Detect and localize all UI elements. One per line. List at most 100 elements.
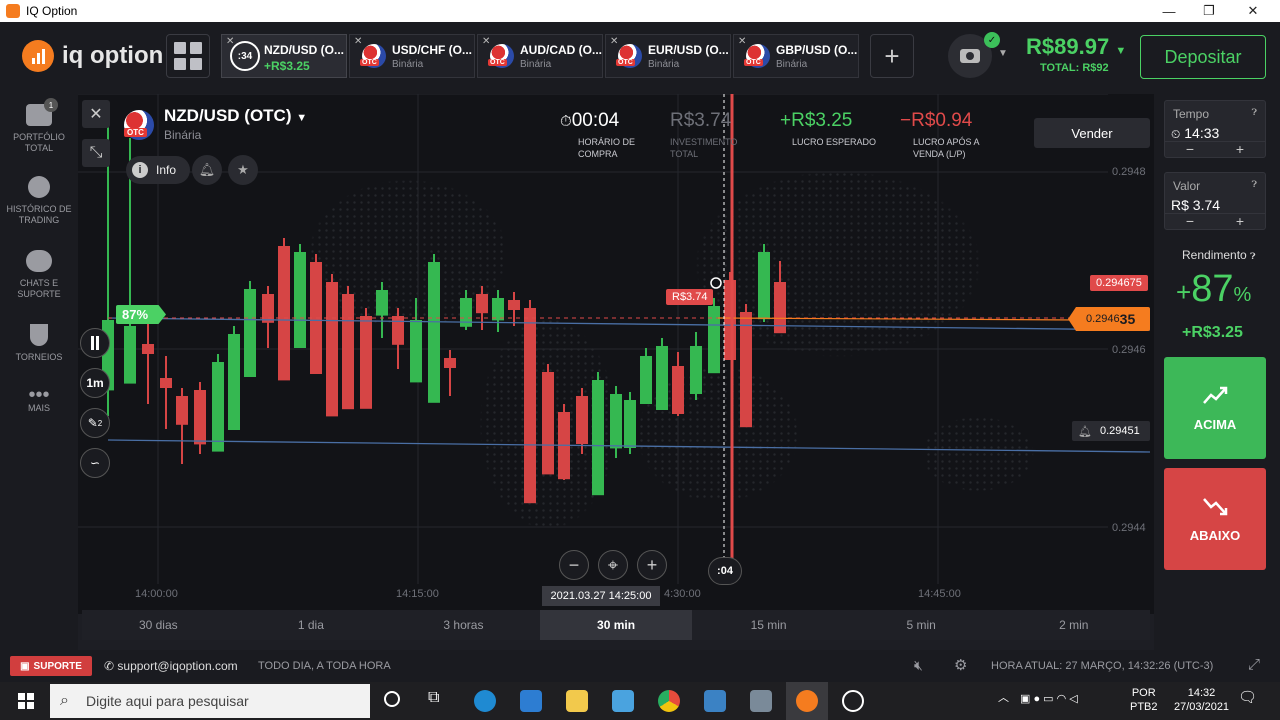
mute-icon[interactable]: 🔇︎ [914, 657, 923, 674]
task-view-icon[interactable]: ⧉ [428, 689, 439, 707]
stopwatch-icon: ⏱ [560, 113, 572, 130]
sidebar-label: TORNEIOS [15, 352, 63, 362]
candle-body [160, 378, 172, 388]
candle-body [656, 346, 668, 410]
amount-field[interactable]: Valor ❓︎ R$ 3.74 − + [1164, 172, 1266, 230]
draw-tool-button[interactable]: ✎ 2 [80, 408, 110, 438]
deal-amount-tag[interactable]: R$3.74 [666, 289, 714, 305]
amount-value[interactable]: R$ 3.74 [1171, 197, 1220, 213]
current-price-digits: 35 [1119, 311, 1136, 327]
language-indicator[interactable]: POR PTB2 [1130, 686, 1158, 714]
x-tick-label: 14:15:00 [396, 588, 439, 600]
period-30-min[interactable]: 30 min [539, 610, 693, 640]
amount-increase-button[interactable]: + [1215, 214, 1265, 229]
support-button[interactable]: ▣ SUPORTE [10, 656, 92, 676]
taskbar-clock[interactable]: 14:32 27/03/2021 [1174, 686, 1229, 714]
zoom-out-button[interactable]: − [559, 550, 589, 580]
support-email[interactable]: ✆ support@iqoption.com [104, 659, 238, 673]
sidebar-item-portfolio[interactable]: 1 PORTFÓLIO TOTAL [0, 98, 78, 154]
close-window-button[interactable]: ✕ [1230, 0, 1276, 22]
file-explorer-icon[interactable] [566, 690, 588, 712]
app-icon[interactable] [612, 690, 634, 712]
collapse-icon[interactable]: ⤡ [82, 139, 110, 167]
yield-percent-unit: % [1233, 284, 1252, 306]
period-3-hours[interactable]: 3 horas [387, 610, 540, 640]
sidebar-item-more[interactable]: ••• MAIS [0, 385, 78, 414]
candle-body [244, 289, 256, 377]
balance-total: TOTAL: R$92 [1040, 62, 1109, 74]
windows-start-icon[interactable] [18, 693, 34, 709]
iq-option-taskbar-item[interactable] [786, 682, 828, 720]
fullscreen-icon[interactable]: ⤢ [1248, 656, 1260, 673]
obs-icon[interactable] [842, 690, 864, 712]
sidebar-item-chat[interactable]: CHATS E SUPORTE [0, 250, 78, 300]
asset-tab-gbpusd[interactable]: ✕ OTC GBP/USD (O... Binária [733, 34, 859, 78]
asset-title[interactable]: NZD/USD (OTC) ▼ [164, 106, 307, 126]
sidebar-item-history[interactable]: HISTÓRICO DE TRADING [0, 176, 78, 226]
asset-tab-audcad[interactable]: ✕ OTC AUD/CAD (O... Binária [477, 34, 603, 78]
period-5-min[interactable]: 5 min [845, 610, 998, 640]
x-tick-label: 14:45:00 [918, 588, 961, 600]
tray-icons[interactable]: ▣ ● ▭ ◠ ◁︎ [1020, 692, 1078, 706]
chevron-down-icon[interactable]: ▼ [998, 48, 1008, 59]
sell-button[interactable]: Vender [1034, 118, 1150, 148]
close-icon[interactable]: ✕ [610, 36, 618, 47]
candle-body [142, 344, 154, 354]
chrome-icon[interactable] [658, 690, 680, 712]
deposit-button[interactable]: Depositar [1140, 35, 1266, 79]
close-icon[interactable]: ✕ [354, 36, 362, 47]
call-up-button[interactable]: ACIMA [1164, 357, 1266, 459]
support-label: SUPORTE [33, 660, 82, 672]
info-button[interactable]: i Info [126, 156, 190, 184]
indicators-button[interactable]: ∽ [80, 448, 110, 478]
mail-icon[interactable] [520, 690, 542, 712]
add-asset-button[interactable]: + [870, 34, 914, 78]
app-icon[interactable] [750, 690, 772, 712]
tray-chevron-icon[interactable]: ︿ [998, 691, 1009, 705]
balance[interactable]: R$89.97 ▼ TOTAL: R$92 [1026, 34, 1126, 74]
close-chart-button[interactable]: ✕ [82, 100, 110, 128]
asset-tab-nzdusd[interactable]: ✕ :34 NZD/USD (O... +R$3.25 [221, 34, 347, 78]
time-value-text: 14:33 [1184, 125, 1220, 141]
iq-option-logo[interactable]: iq option [22, 40, 163, 72]
taskbar-search[interactable]: ⌕ Digite aqui para pesquisar [50, 684, 370, 718]
stat-label: LUCRO APÓS A [913, 137, 980, 147]
put-down-button[interactable]: ABAIXO [1164, 468, 1266, 570]
candle-body [476, 294, 488, 314]
yield-percent-value: 87 [1191, 268, 1234, 310]
purchase-time-stat: ⏱00:04 HORÁRIO DE COMPRA [560, 110, 635, 160]
period-30-days[interactable]: 30 dias [82, 610, 235, 640]
help-icon[interactable]: ❓︎ [1250, 251, 1255, 261]
tab-type: Binária [520, 59, 552, 70]
timeframe-button[interactable]: 1m [80, 368, 110, 398]
assets-grid-button[interactable] [166, 34, 210, 78]
chart-type-button[interactable] [80, 328, 110, 358]
notification-icon[interactable]: 🗨︎ [1238, 690, 1257, 705]
time-decrease-button[interactable]: − [1165, 142, 1215, 157]
time-increase-button[interactable]: + [1215, 142, 1265, 157]
time-field[interactable]: Tempo ❓︎ ⏲ 14:33 − + [1164, 100, 1266, 158]
period-1-day[interactable]: 1 dia [235, 610, 388, 640]
asset-tab-usdchf[interactable]: ✕ OTC USD/CHF (O... Binária [349, 34, 475, 78]
maximize-button[interactable]: ❐ [1186, 0, 1232, 22]
edge-icon[interactable] [474, 690, 496, 712]
center-button[interactable]: ⌖ [598, 550, 628, 580]
help-icon[interactable]: ❓︎ [1252, 179, 1257, 190]
zoom-in-button[interactable]: + [637, 550, 667, 580]
close-icon[interactable]: ✕ [738, 36, 746, 47]
cortana-icon[interactable] [384, 691, 400, 707]
amount-decrease-button[interactable]: − [1165, 214, 1215, 229]
gear-icon[interactable]: ⚙ [954, 656, 967, 674]
price-alert[interactable]: 🔔︎ 0.29451 [1072, 421, 1150, 441]
help-icon[interactable]: ❓︎ [1252, 107, 1257, 118]
bell-icon[interactable]: 🔔︎ [192, 155, 222, 185]
logo-icon [22, 40, 54, 72]
close-icon[interactable]: ✕ [482, 36, 490, 47]
chart-down-icon [1203, 497, 1228, 515]
star-icon[interactable]: ★ [228, 155, 258, 185]
asset-tab-eurusd[interactable]: ✕ OTC EUR/USD (O... Binária [605, 34, 731, 78]
period-15-min[interactable]: 15 min [692, 610, 845, 640]
period-2-min[interactable]: 2 min [997, 610, 1150, 640]
calculator-icon[interactable] [704, 690, 726, 712]
sidebar-item-tournaments[interactable]: TORNEIOS [0, 324, 78, 363]
